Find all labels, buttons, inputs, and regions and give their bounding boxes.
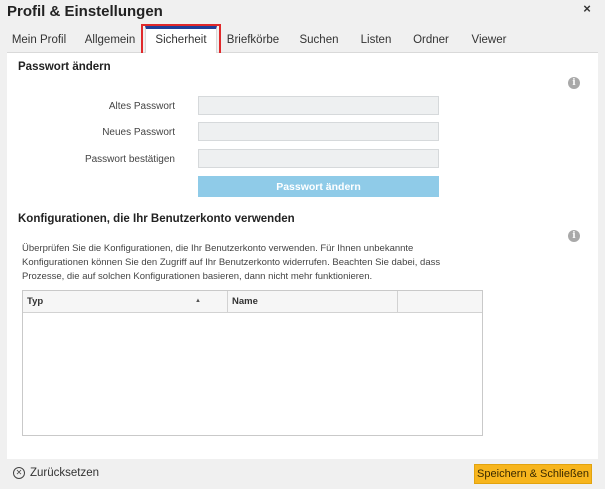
- tab-suchen[interactable]: Suchen: [296, 26, 342, 53]
- description-line: Prozesse, die auf solchen Konfiguratione…: [22, 271, 373, 282]
- reset-button[interactable]: ✕ Zurücksetzen: [13, 467, 99, 479]
- column-label: Typ: [27, 296, 44, 307]
- dialog-title: Profil & Einstellungen: [7, 3, 163, 20]
- tab-sicherheit[interactable]: Sicherheit: [145, 26, 217, 54]
- confirm-password-label: Passwort bestätigen: [84, 154, 175, 165]
- description-line: Konfigurationen können Sie den Zugriff a…: [22, 257, 441, 268]
- column-label: Name: [232, 296, 258, 307]
- tab-briefkoerbe[interactable]: Briefkörbe: [223, 26, 283, 53]
- info-icon[interactable]: i: [568, 77, 580, 89]
- new-password-label: Neues Passwort: [102, 127, 175, 138]
- reset-label: Zurücksetzen: [30, 467, 100, 479]
- column-header-typ[interactable]: Typ ▲: [23, 291, 228, 312]
- tab-listen[interactable]: Listen: [356, 26, 396, 53]
- settings-panel: Passwort ändern i Altes Passwort Neues P…: [7, 53, 598, 459]
- confirm-password-field[interactable]: [198, 149, 439, 168]
- save-and-close-button[interactable]: Speichern & Schließen: [474, 464, 592, 484]
- configurations-table: Typ ▲ Name: [22, 290, 483, 436]
- tab-bar: Mein Profil Allgemein Sicherheit Briefkö…: [7, 26, 598, 54]
- tab-ordner[interactable]: Ordner: [409, 26, 453, 53]
- reset-icon: ✕: [13, 467, 25, 479]
- tab-mein-profil[interactable]: Mein Profil: [7, 26, 71, 53]
- configurations-section-title: Konfigurationen, die Ihr Benutzerkonto v…: [18, 213, 295, 225]
- info-icon[interactable]: i: [568, 230, 580, 242]
- old-password-label: Altes Passwort: [108, 101, 175, 112]
- old-password-field[interactable]: [198, 96, 439, 115]
- change-password-button[interactable]: Passwort ändern: [198, 176, 439, 197]
- close-icon[interactable]: ×: [581, 1, 593, 16]
- configurations-description: Überprüfen Sie die Konfigurationen, die …: [22, 242, 462, 284]
- tab-viewer[interactable]: Viewer: [468, 26, 510, 53]
- sort-ascending-icon: ▲: [195, 298, 201, 304]
- tab-allgemein[interactable]: Allgemein: [79, 26, 141, 53]
- password-section-title: Passwort ändern: [18, 61, 111, 73]
- new-password-field[interactable]: [198, 122, 439, 141]
- column-header-empty[interactable]: [398, 291, 482, 312]
- table-header: Typ ▲ Name: [23, 291, 482, 313]
- description-line: Überprüfen Sie die Konfigurationen, die …: [22, 243, 414, 254]
- column-header-name[interactable]: Name: [228, 291, 398, 312]
